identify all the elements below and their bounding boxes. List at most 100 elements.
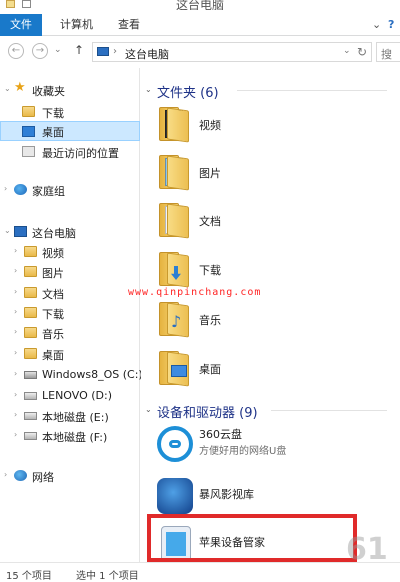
file-name: 下载 [199, 264, 221, 277]
device-description: 方便好用的网络U盘 [199, 446, 287, 457]
nav-downloads[interactable]: › 下载 [0, 303, 140, 323]
device-name: 360云盘 [199, 428, 242, 441]
address-dropdown-icon[interactable]: ⌄ [343, 46, 351, 56]
recent-locations-chevron-icon[interactable]: ⌄ [54, 45, 62, 55]
search-input[interactable]: 搜 [376, 42, 400, 62]
nav-drive-c[interactable]: › Windows8_OS (C:) [0, 365, 143, 385]
content-pane: ⌄ 文件夹 (6) 视频 图片 文档 下载 ♪ 音乐 桌面 ⌄ 设备和驱动器 (… [141, 68, 400, 562]
file-name: 桌面 [199, 363, 221, 376]
breadcrumb-this-pc[interactable]: 这台电脑 [125, 46, 169, 62]
device-360-cloud[interactable]: 360云盘 方便好用的网络U盘 [141, 420, 400, 470]
refresh-icon[interactable]: ↻ [357, 45, 367, 59]
expand-arrow-icon[interactable]: › [14, 307, 17, 316]
search-label: 搜 [381, 48, 392, 61]
nav-drive-e[interactable]: › 本地磁盘 (E:) [0, 406, 140, 426]
expand-arrow-icon[interactable]: › [14, 327, 17, 336]
tab-computer[interactable]: 计算机 [60, 14, 93, 36]
pictures-folder-icon [159, 155, 189, 191]
folder-music[interactable]: ♪ 音乐 [141, 298, 400, 342]
group-title: 设备和驱动器 (9) [157, 406, 258, 421]
up-arrow-icon[interactable]: ↑ [74, 43, 84, 57]
folder-desktop[interactable]: 桌面 [141, 347, 400, 391]
group-divider [237, 90, 387, 91]
expand-arrow-icon[interactable]: › [4, 470, 7, 479]
chevron-down-icon[interactable]: ⌄ [372, 18, 381, 31]
nav-label: LENOVO (D:) [42, 389, 113, 402]
nav-desktop[interactable]: › 桌面 [0, 344, 140, 364]
file-name: 音乐 [199, 314, 221, 327]
nav-desktop-favorite[interactable]: 桌面 [0, 121, 140, 141]
title-bar: 这台电脑 [0, 0, 400, 14]
address-bar[interactable]: › 这台电脑 ⌄ ↻ [92, 42, 372, 62]
nav-music[interactable]: › 音乐 [0, 323, 140, 343]
expand-arrow-icon[interactable]: › [14, 266, 17, 275]
tab-file[interactable]: 文件 [0, 14, 42, 36]
expand-arrow-icon[interactable]: › [14, 246, 17, 255]
recent-icon [22, 146, 35, 157]
videos-folder-icon [159, 107, 189, 143]
cloud-disk-icon [157, 426, 193, 462]
homegroup-icon [14, 184, 27, 195]
nav-label: Windows8_OS (C:) [42, 368, 143, 381]
expand-arrow-icon[interactable]: › [14, 287, 17, 296]
chevron-down-icon[interactable]: ⌄ [145, 405, 152, 414]
nav-label: 文档 [42, 288, 64, 301]
drive-icon [24, 392, 37, 400]
group-header-devices[interactable]: ⌄ 设备和驱动器 (9) [141, 400, 400, 421]
nav-label: 最近访问的位置 [42, 147, 119, 160]
ribbon: 文件 计算机 查看 ⌄ ? [0, 14, 400, 36]
forward-arrow-icon[interactable]: → [32, 43, 48, 59]
nav-label: 网络 [32, 471, 54, 484]
highlight-annotation [147, 514, 357, 562]
folder-icon [24, 287, 37, 298]
nav-label: 家庭组 [32, 185, 65, 198]
help-icon[interactable]: ? [388, 18, 394, 31]
collapse-arrow-icon[interactable]: ⌄ [4, 226, 11, 235]
chevron-down-icon[interactable]: ⌄ [145, 85, 152, 94]
nav-favorites[interactable]: ⌄ ★ 收藏夹 [0, 80, 140, 100]
nav-label: 这台电脑 [32, 227, 76, 240]
nav-label: 视频 [42, 247, 64, 260]
desktop-folder-icon [159, 351, 189, 387]
device-name: 暴风影视库 [199, 488, 254, 501]
breadcrumb-separator-icon[interactable]: › [113, 46, 117, 57]
folder-documents[interactable]: 文档 [141, 199, 400, 243]
back-arrow-icon[interactable]: ← [8, 43, 24, 59]
expand-arrow-icon[interactable]: › [14, 369, 17, 378]
nav-label: 音乐 [42, 328, 64, 341]
folder-videos[interactable]: 视频 [141, 103, 400, 147]
nav-this-pc[interactable]: ⌄ 这台电脑 [0, 222, 140, 242]
nav-drive-f[interactable]: › 本地磁盘 (F:) [0, 426, 140, 446]
expand-arrow-icon[interactable]: › [14, 410, 17, 419]
star-icon: ★ [14, 80, 26, 95]
folder-pictures[interactable]: 图片 [141, 151, 400, 195]
folder-icon [24, 266, 37, 277]
network-icon [14, 470, 27, 481]
file-name: 视频 [199, 119, 221, 132]
drive-icon [24, 432, 37, 440]
nav-pictures[interactable]: › 图片 [0, 262, 140, 282]
expand-arrow-icon[interactable]: › [14, 430, 17, 439]
tab-view[interactable]: 查看 [118, 14, 140, 36]
selection-count: 选中 1 个项目 [76, 571, 139, 582]
collapse-arrow-icon[interactable]: ⌄ [4, 84, 11, 93]
watermark-url: www.qinpinchang.com [128, 287, 262, 298]
nav-network[interactable]: › 网络 [0, 466, 140, 486]
folder-downloads[interactable]: 下载 [141, 248, 400, 292]
group-header-folders[interactable]: ⌄ 文件夹 (6) [141, 80, 400, 101]
globe-icon [157, 478, 193, 514]
nav-videos[interactable]: › 视频 [0, 242, 140, 262]
documents-folder-icon [159, 203, 189, 239]
expand-arrow-icon[interactable]: › [14, 348, 17, 357]
nav-drive-d[interactable]: › LENOVO (D:) [0, 386, 140, 406]
nav-homegroup[interactable]: › 家庭组 [0, 180, 140, 200]
nav-label: 下载 [42, 107, 64, 120]
nav-downloads-favorite[interactable]: 下载 [0, 102, 140, 122]
nav-documents[interactable]: › 文档 [0, 283, 140, 303]
nav-label: 桌面 [42, 349, 64, 362]
nav-recent-places[interactable]: 最近访问的位置 [0, 142, 140, 162]
nav-label: 桌面 [42, 126, 64, 139]
folder-icon [22, 106, 35, 117]
expand-arrow-icon[interactable]: › [4, 184, 7, 193]
expand-arrow-icon[interactable]: › [14, 390, 17, 399]
